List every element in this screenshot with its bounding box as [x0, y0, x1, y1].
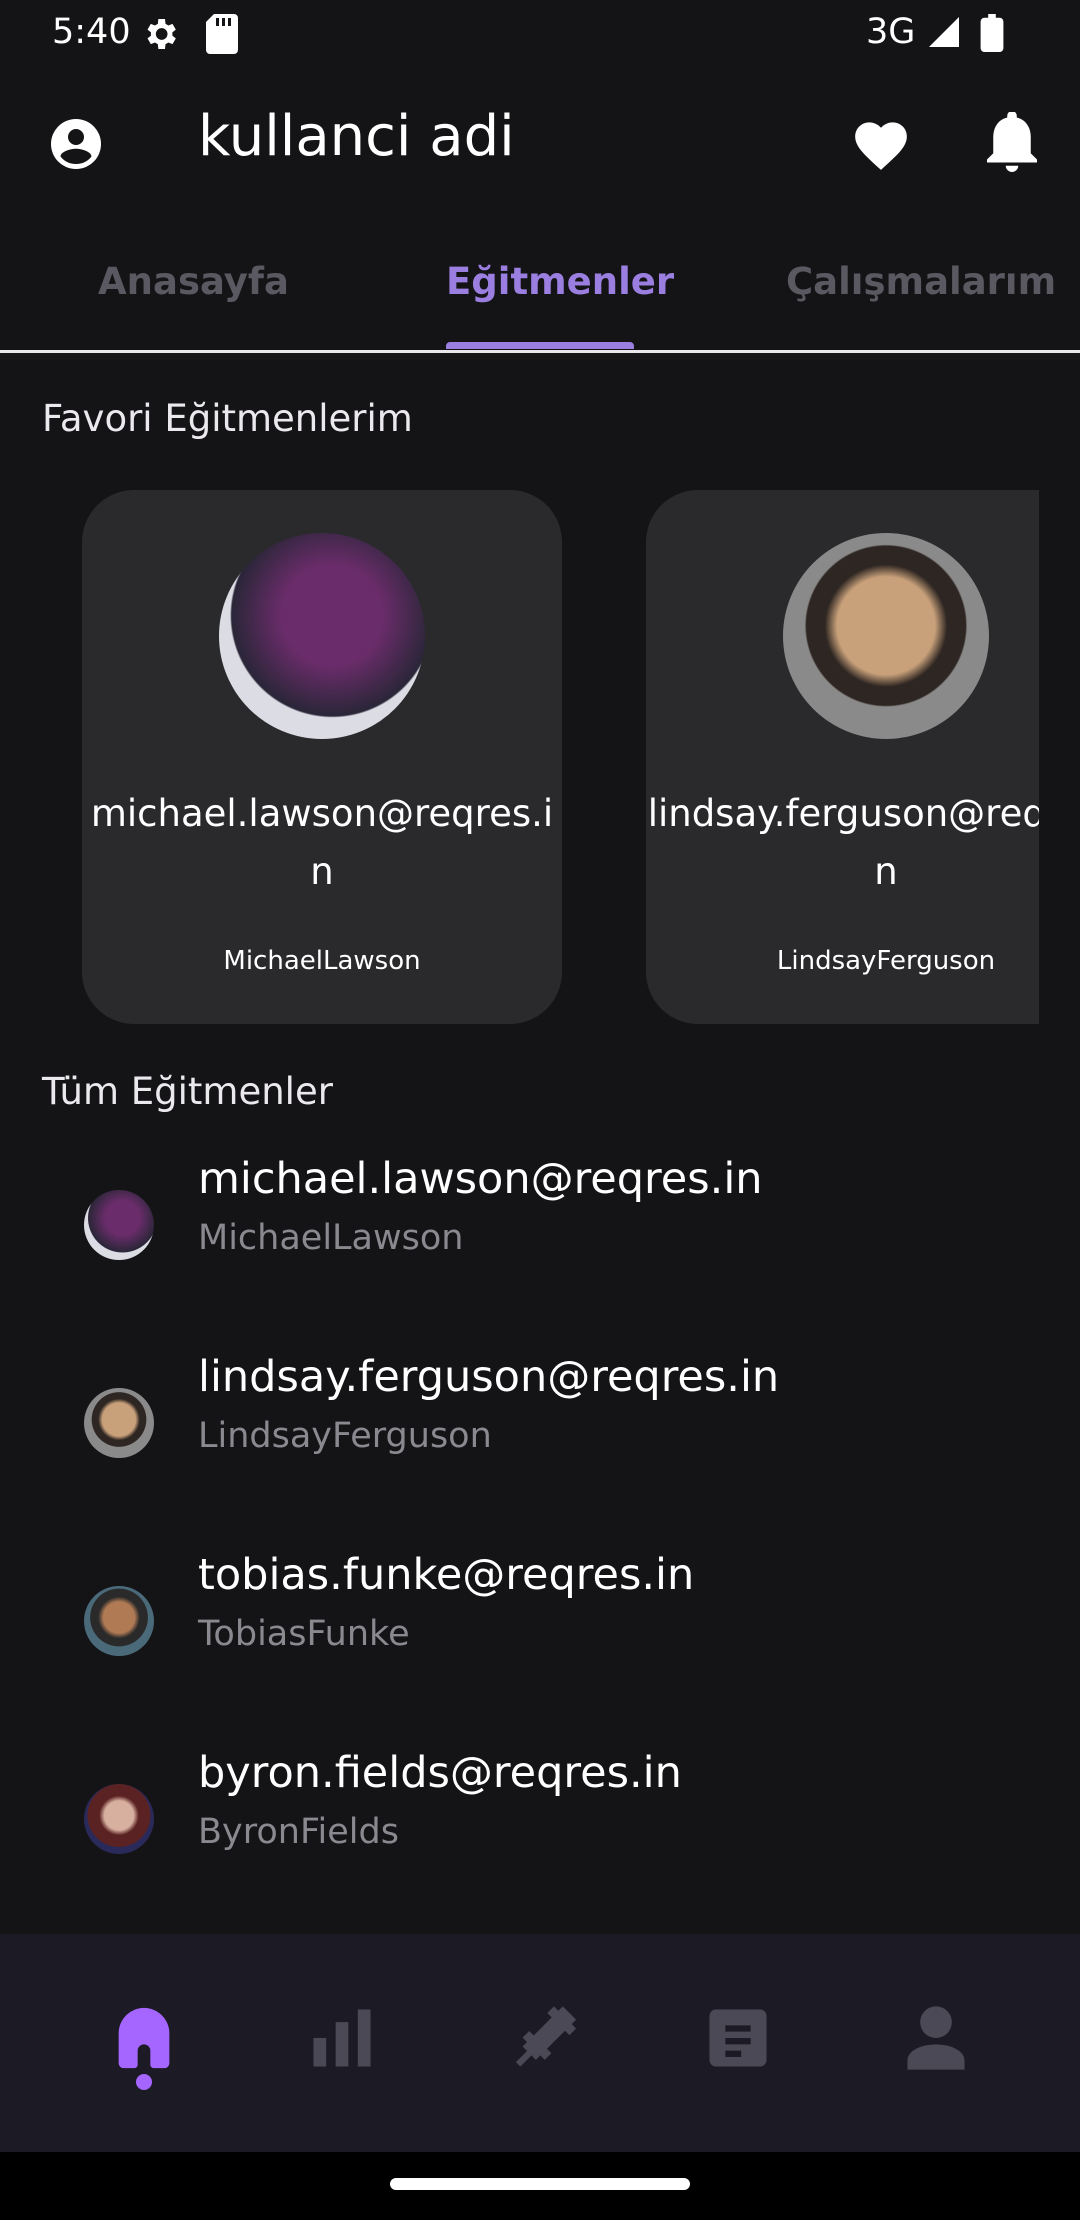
tab-calismalarim[interactable]: Çalışmalarım: [786, 260, 1056, 303]
trainer-username: TobiasFunke: [198, 1614, 410, 1654]
trainer-list-item[interactable]: tobias.funke@reqres.in TobiasFunke: [0, 1542, 1080, 1740]
avatar: [84, 1190, 154, 1260]
heart-icon[interactable]: [850, 114, 912, 176]
trainer-username: ByronFields: [198, 1812, 399, 1852]
dumbbell-icon[interactable]: [502, 2000, 578, 2076]
all-trainers-section-title: Tüm Eğitmenler: [42, 1070, 333, 1113]
status-time: 5:40: [52, 12, 131, 52]
trainer-username: LindsayFerguson: [776, 946, 996, 976]
trainer-username: LindsayFerguson: [198, 1416, 492, 1456]
favorite-trainer-card[interactable]: michael.lawson@reqres.in MichaelLawson: [82, 490, 562, 1024]
document-icon[interactable]: [700, 2000, 776, 2076]
system-gesture-area: [0, 2152, 1080, 2220]
page-title: kullanci adi: [198, 104, 515, 169]
settings-gear-icon: [140, 14, 180, 63]
home-gesture-bar[interactable]: [390, 2178, 690, 2190]
tab-bar: Anasayfa Eğitmenler Çalışmalarım: [0, 216, 1080, 353]
home-icon[interactable]: [106, 2000, 182, 2076]
sd-card-icon: [206, 14, 238, 63]
trainer-username: MichaelLawson: [223, 946, 421, 976]
avatar: [84, 1388, 154, 1458]
person-icon[interactable]: [898, 2000, 974, 2076]
trainer-list-item[interactable]: lindsay.ferguson@reqres.in LindsayFergus…: [0, 1344, 1080, 1542]
trainer-email: tobias.funke@reqres.in: [198, 1550, 695, 1600]
battery-icon: [980, 14, 1004, 61]
account-circle-icon[interactable]: [46, 114, 106, 178]
trainer-email: michael.lawson@reqres.in: [198, 1154, 763, 1204]
trainer-email: lindsay.ferguson@reqres.in: [647, 792, 1039, 893]
trainer-email: lindsay.ferguson@reqres.in: [198, 1352, 780, 1402]
avatar: [219, 533, 425, 739]
bottom-navigation: [0, 1934, 1080, 2152]
app-bar: kullanci adi: [0, 66, 1080, 216]
favorites-section-title: Favori Eğitmenlerim: [42, 397, 413, 440]
tab-anasayfa[interactable]: Anasayfa: [98, 260, 289, 303]
status-bar: 5:40 3G: [0, 0, 1080, 66]
avatar: [84, 1784, 154, 1854]
bell-icon[interactable]: [985, 111, 1039, 176]
signal-icon: [926, 14, 962, 59]
tab-indicator: [446, 342, 634, 349]
trainer-list-item[interactable]: michael.lawson@reqres.in MichaelLawson: [0, 1146, 1080, 1344]
active-nav-dot: [136, 2074, 152, 2090]
network-type: 3G: [866, 12, 916, 52]
trainer-list-item[interactable]: byron.fields@reqres.in ByronFields: [0, 1740, 1080, 1938]
trainer-email: byron.fields@reqres.in: [198, 1748, 682, 1798]
avatar: [84, 1586, 154, 1656]
trainer-username: MichaelLawson: [198, 1218, 464, 1258]
trainer-email: michael.lawson@reqres.in: [90, 792, 554, 893]
tab-egitmenler[interactable]: Eğitmenler: [446, 260, 674, 303]
favorite-trainer-card[interactable]: lindsay.ferguson@reqres.in LindsayFergus…: [646, 490, 1039, 1024]
bar-chart-icon[interactable]: [304, 2000, 380, 2076]
avatar: [783, 533, 989, 739]
